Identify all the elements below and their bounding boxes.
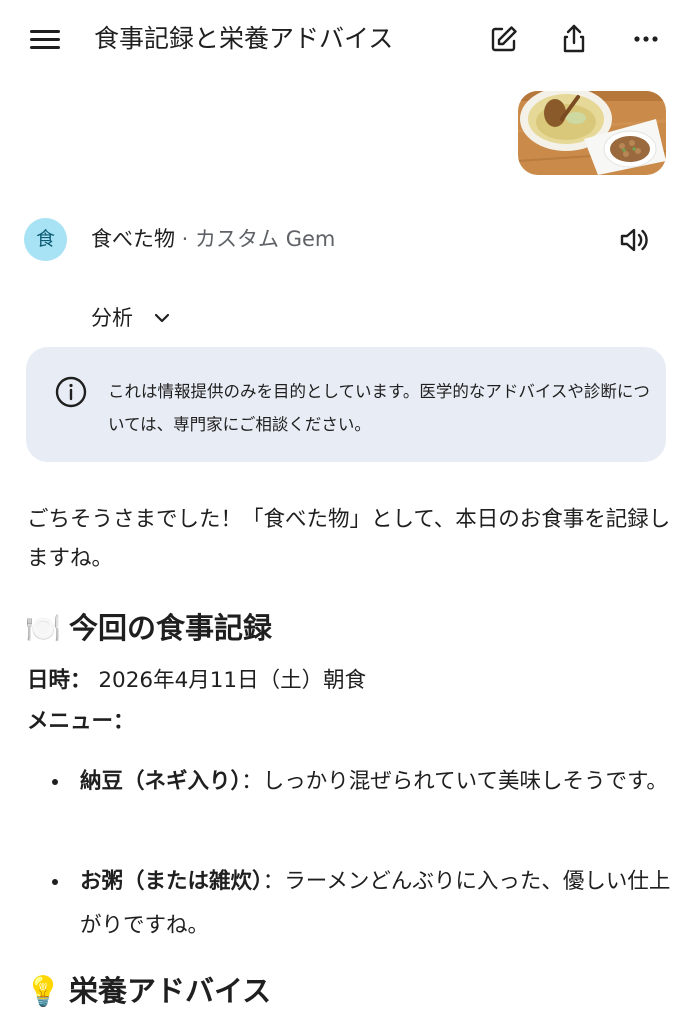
chat-title: 食事記録と栄養アドバイス	[94, 24, 394, 53]
bullet-dot	[52, 779, 58, 785]
lightbulb-icon: 💡	[25, 974, 62, 1008]
menu-label: メニュー：	[27, 709, 135, 734]
info-icon	[54, 375, 88, 409]
bullet-dot	[52, 879, 58, 885]
food-photo-thumbnail[interactable]	[518, 91, 666, 175]
list-item: お粥（または雑炊）：ラーメンどんぶりに入った、優しい仕上がりですね。	[52, 860, 672, 948]
gem-separator: ·	[175, 227, 196, 251]
plate-icon: 🍽️	[25, 611, 62, 645]
date-line: 日時： 2026年4月11日（土）朝食	[27, 664, 366, 698]
record-heading-text: 今回の食事記録	[69, 611, 273, 645]
analysis-label: 分析	[91, 306, 133, 330]
item-desc: ：しっかり混ぜられていて美味しそうです。	[241, 769, 668, 794]
edit-icon[interactable]	[487, 22, 521, 56]
advice-heading-text: 栄養アドバイス	[69, 974, 272, 1008]
share-icon[interactable]	[557, 22, 591, 56]
record-heading: 🍽️ 今回の食事記録	[25, 608, 272, 648]
chat-page: 食事記録と栄養アドバイス 食 食べた物 · カスタム Gem 分析 これは情報提…	[0, 0, 692, 1024]
analysis-toggle[interactable]: 分析	[91, 302, 173, 334]
gem-type: カスタム Gem	[195, 227, 336, 251]
date-value: 2026年4月11日（土）朝食	[91, 668, 367, 693]
chevron-down-icon	[151, 307, 173, 329]
item-name: 納豆（ネギ入り）	[80, 769, 242, 794]
disclaimer-notice: これは情報提供のみを目的としています。医学的なアドバイスや診断については、専門家…	[26, 347, 666, 462]
menu-label-line: メニュー：	[27, 705, 135, 739]
disclaimer-text: これは情報提供のみを目的としています。医学的なアドバイスや診断については、専門家…	[108, 382, 650, 434]
item-name: お粥（または雑炊）	[80, 869, 263, 894]
app-header: 食事記録と栄養アドバイス	[0, 0, 692, 80]
gem-name-line: 食べた物 · カスタム Gem	[91, 224, 335, 254]
gem-avatar[interactable]: 食	[24, 218, 67, 261]
advice-heading: 💡 栄養アドバイス	[25, 971, 271, 1011]
gem-name: 食べた物	[91, 227, 175, 251]
list-item: 納豆（ネギ入り）：しっかり混ぜられていて美味しそうです。	[52, 760, 672, 804]
menu-icon[interactable]	[30, 27, 60, 51]
response-intro: ごちそうさまでした！「食べた物」として、本日のお食事を記録しますね。	[27, 507, 671, 571]
more-icon[interactable]	[629, 22, 663, 56]
date-label: 日時：	[27, 668, 92, 693]
speaker-icon[interactable]	[617, 223, 651, 257]
